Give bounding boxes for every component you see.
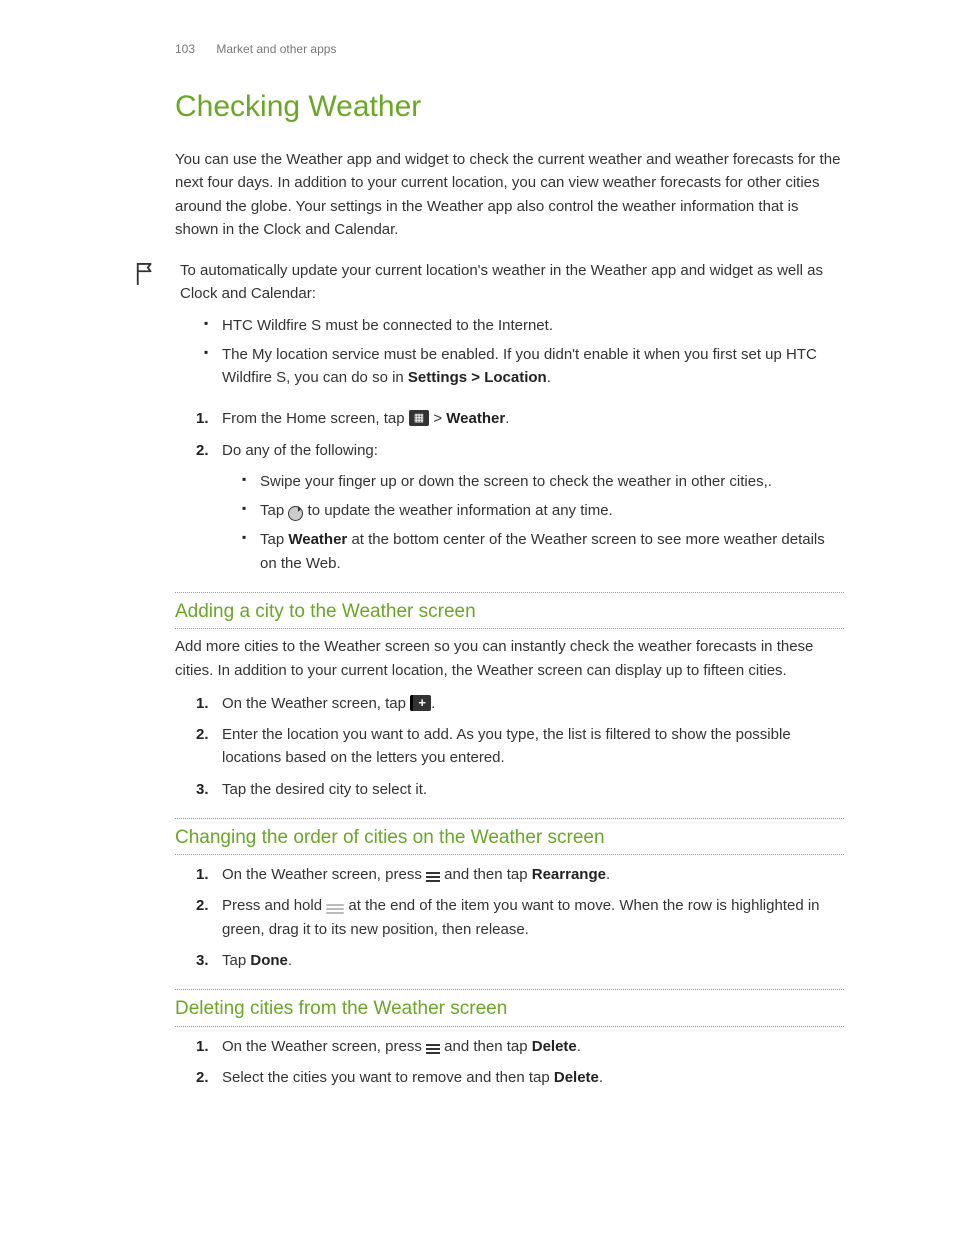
apps-grid-icon: ▦ [409,410,429,426]
delete-step-1: 1. On the Weather screen, press and then… [222,1035,844,1058]
delete-step-2: 2. Select the cities you want to remove … [222,1066,844,1089]
section-name: Market and other apps [216,42,336,56]
refresh-icon [288,506,303,521]
flag-icon [135,261,157,287]
weather-label: Weather [446,410,505,427]
order-steps: 1. On the Weather screen, press and then… [160,863,844,972]
menu-icon [426,1042,440,1054]
main-step-2: 2. Do any of the following: Swipe your f… [222,439,844,575]
delete-steps: 1. On the Weather screen, press and then… [160,1035,844,1090]
page-title: Checking Weather [175,84,844,131]
sub-refresh: Tap to update the weather information at… [260,499,844,522]
add-city-intro: Add more cities to the Weather screen so… [175,635,844,682]
heading-change-order: Changing the order of cities on the Weat… [175,823,844,855]
add-step-2: 2.Enter the location you want to add. As… [222,723,844,770]
plus-icon: + [410,695,431,711]
page-header: 103 Market and other apps [175,40,844,59]
drag-handle-icon [326,902,344,914]
add-city-steps: 1. On the Weather screen, tap +. 2.Enter… [160,692,844,801]
main-step-2-subs: Swipe your finger up or down the screen … [222,470,844,575]
heading-add-city: Adding a city to the Weather screen [175,597,844,629]
sub-weather-web: Tap Weather at the bottom center of the … [260,528,844,575]
order-step-1: 1. On the Weather screen, press and then… [222,863,844,886]
menu-icon [426,870,440,882]
sub-swipe: Swipe your finger up or down the screen … [260,470,844,493]
flag-bullet-1: HTC Wildfire S must be connected to the … [222,314,844,337]
flag-bullet-2: The My location service must be enabled.… [222,343,844,390]
add-step-3: 3.Tap the desired city to select it. [222,778,844,801]
intro-paragraph: You can use the Weather app and widget t… [175,148,844,241]
page-number: 103 [175,42,195,56]
settings-location-path: Settings > Location [408,369,547,386]
flag-note-block: To automatically update your current loc… [160,259,844,389]
flag-note-text: To automatically update your current loc… [180,259,844,306]
flag-note-bullets: HTC Wildfire S must be connected to the … [180,314,844,390]
order-step-3: 3. Tap Done. [222,949,844,972]
main-steps: 1. From the Home screen, tap ▦ > Weather… [160,407,844,575]
heading-delete-cities: Deleting cities from the Weather screen [175,994,844,1026]
main-step-1: 1. From the Home screen, tap ▦ > Weather… [222,407,844,430]
order-step-2: 2. Press and hold at the end of the item… [222,894,844,941]
add-step-1: 1. On the Weather screen, tap +. [222,692,844,715]
